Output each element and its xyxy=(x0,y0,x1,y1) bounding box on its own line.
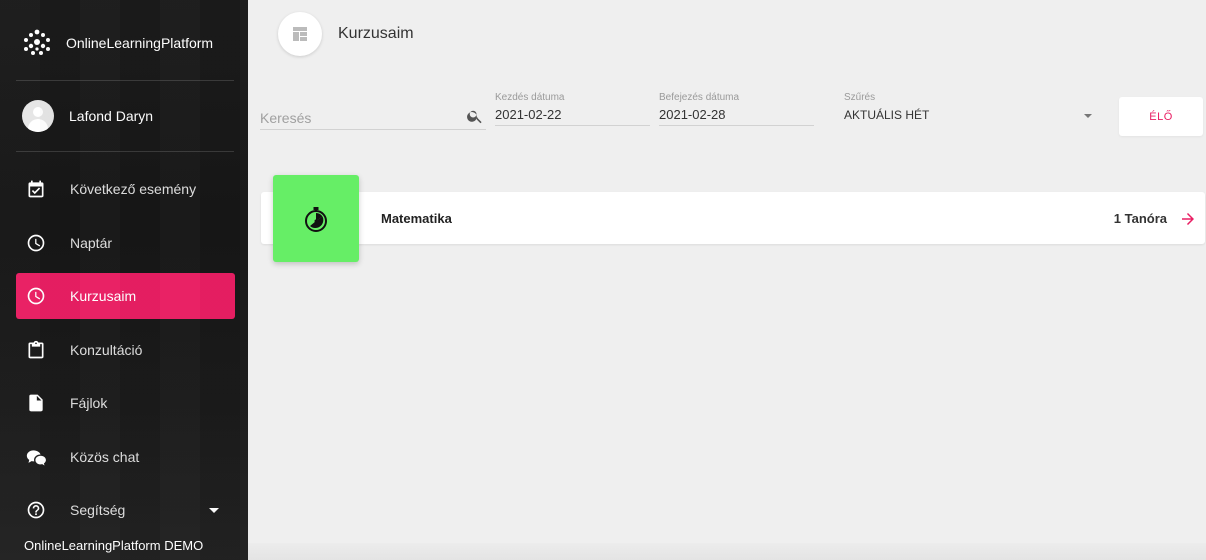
course-lesson-count: 1 Tanóra xyxy=(1113,211,1167,226)
filter-select[interactable]: Szűrés AKTUÁLIS HÉT xyxy=(830,92,1096,126)
platform-logo-icon xyxy=(24,29,50,55)
user-profile[interactable]: Lafond Daryn xyxy=(22,98,153,134)
sidebar-item-calendar[interactable]: Naptár xyxy=(16,220,235,266)
avatar xyxy=(22,100,54,132)
arrow-right-icon[interactable] xyxy=(1179,210,1197,228)
course-name: Matematika xyxy=(381,211,452,226)
sidebar-item-help[interactable]: Segítség xyxy=(16,487,235,533)
sidebar-item-label: Fájlok xyxy=(70,395,108,411)
brand[interactable]: OnlineLearningPlatform xyxy=(22,26,213,60)
sidebar-nav: Következő esemény Naptár Kurzusaim Konzu… xyxy=(16,166,235,541)
sidebar-item-label: Közös chat xyxy=(70,448,140,465)
sidebar-item-my-courses[interactable]: Kurzusaim xyxy=(16,273,235,319)
sidebar-footer: OnlineLearningPlatform DEMO xyxy=(24,538,204,553)
filter-value: AKTUÁLIS HÉT xyxy=(844,108,930,122)
chat-icon xyxy=(26,447,46,467)
sidebar-item-label: Naptár xyxy=(70,234,113,251)
brand-name: OnlineLearningPlatform xyxy=(66,35,214,51)
sidebar-item-files[interactable]: Fájlok xyxy=(16,380,235,426)
dashboard-icon xyxy=(278,12,322,56)
filter-select-value[interactable]: AKTUÁLIS HÉT xyxy=(830,104,1096,126)
start-date-label: Kezdés dátuma xyxy=(495,92,565,103)
filter-label: Szűrés xyxy=(844,92,876,103)
live-button[interactable]: ÉLŐ xyxy=(1119,97,1203,136)
chevron-down-icon[interactable] xyxy=(209,507,219,513)
sidebar-item-label: Konzultáció xyxy=(70,341,143,358)
sidebar-item-label: Következő esemény xyxy=(70,181,197,197)
user-name: Lafond Daryn xyxy=(69,108,154,124)
end-date-label: Befejezés dátuma xyxy=(659,92,740,103)
calendar-check-icon xyxy=(26,179,46,199)
search-input[interactable] xyxy=(260,106,486,130)
end-date-value[interactable]: 2021-02-28 xyxy=(659,104,814,126)
file-icon xyxy=(26,393,46,413)
page-title: Kurzusaim xyxy=(338,25,414,42)
course-icon-box xyxy=(273,175,359,262)
clock-icon xyxy=(26,233,46,253)
start-date-field[interactable]: Kezdés dátuma 2021-02-22 xyxy=(495,92,650,126)
clipboard-icon xyxy=(26,340,46,360)
sidebar-item-next-event[interactable]: Következő esemény xyxy=(16,166,235,212)
stopwatch-icon xyxy=(305,206,327,232)
help-icon xyxy=(26,500,46,520)
chevron-down-icon xyxy=(1084,114,1092,118)
page-header: Kurzusaim xyxy=(278,12,414,56)
end-date-field[interactable]: Befejezés dátuma 2021-02-28 xyxy=(659,92,814,126)
sidebar-item-consultation[interactable]: Konzultáció xyxy=(16,327,235,373)
sidebar-item-label: Segítség xyxy=(70,502,126,518)
bottom-bar xyxy=(248,543,1206,560)
start-date-value[interactable]: 2021-02-22 xyxy=(495,104,650,126)
sidebar-divider xyxy=(16,80,234,81)
sidebar-item-label: Kurzusaim xyxy=(70,288,137,304)
clock-icon xyxy=(26,286,46,306)
sidebar: OnlineLearningPlatform Lafond Daryn Köve… xyxy=(0,0,248,560)
search-icon[interactable] xyxy=(466,107,484,125)
sidebar-item-shared-chat[interactable]: Közös chat xyxy=(16,434,235,480)
sidebar-divider xyxy=(16,151,234,152)
